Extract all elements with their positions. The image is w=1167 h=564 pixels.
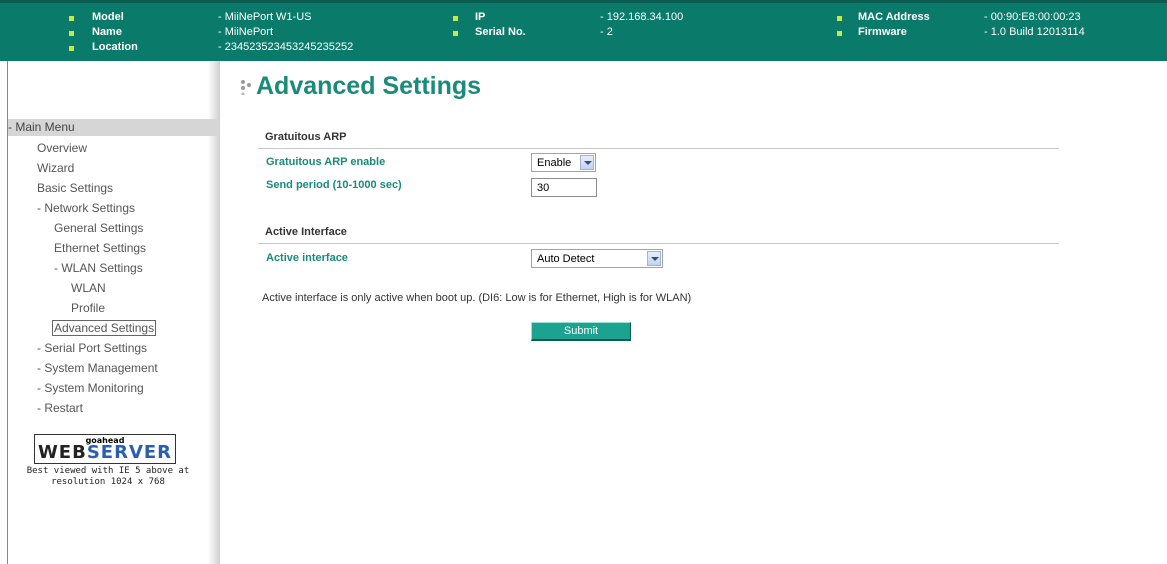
ip-value: - 192.168.34.100 — [600, 11, 684, 23]
section-title-active-interface: Active Interface — [265, 226, 347, 238]
browser-caption: Best viewed with IE 5 above at resolutio… — [8, 466, 208, 488]
sidebar-item-system-monitoring[interactable]: - System Monitoring — [37, 381, 144, 395]
send-period-input[interactable] — [531, 178, 597, 197]
section-title-gratuitous-arp: Gratuitous ARP — [265, 131, 347, 143]
caption-line-1: Best viewed with IE 5 above at — [26, 466, 190, 476]
sidebar-item-general-settings[interactable]: General Settings — [54, 221, 143, 235]
send-period-label: Send period (10-1000 sec) — [266, 179, 402, 191]
location-label: Location — [92, 41, 138, 53]
section-divider — [258, 148, 1059, 149]
sidebar-item-advanced-settings[interactable]: Advanced Settings — [52, 320, 157, 336]
sidebar-item-system-management[interactable]: - System Management — [37, 361, 158, 375]
mac-label: MAC Address — [858, 11, 930, 23]
sidebar-item-profile[interactable]: Profile — [71, 301, 105, 315]
active-interface-note: Active interface is only active when boo… — [262, 292, 692, 304]
caption-line-2: resolution 1024 x 768 — [51, 477, 165, 487]
bullet-icon — [837, 16, 842, 21]
location-value: - 2345235234532452352​52 — [218, 41, 354, 53]
gratuitous-arp-enable-select[interactable]: Enable — [531, 153, 596, 172]
sidebar-item-ethernet-settings[interactable]: Ethernet Settings — [54, 241, 146, 255]
page-title: Advanced Settings — [256, 72, 482, 100]
serial-value: - 2 — [600, 26, 613, 38]
model-label: Model — [92, 11, 124, 23]
sidebar-border — [7, 61, 8, 564]
info-header: Model - MiiNePort W1-US Name - MiiNePort… — [0, 0, 1167, 61]
model-value: - MiiNePort W1-US — [218, 11, 312, 23]
bullet-icon — [453, 31, 458, 36]
bullet-icon — [69, 16, 74, 21]
sidebar-item-restart[interactable]: - Restart — [37, 401, 83, 415]
ip-label: IP — [475, 11, 486, 23]
mac-value: - 00:90:E8:00:00:23 — [984, 11, 1081, 23]
sidebar-item-overview[interactable]: Overview — [37, 141, 87, 155]
chevron-down-icon[interactable] — [647, 251, 661, 266]
name-value: - MiiNePort — [218, 26, 274, 38]
select-value: Enable — [537, 157, 572, 169]
section-divider — [258, 243, 1059, 244]
active-interface-select[interactable]: Auto Detect — [531, 249, 663, 268]
gratuitous-arp-enable-label: Gratuitous ARP enable — [266, 156, 386, 168]
logo-wordmark: WEBSERVER — [37, 442, 173, 463]
sidebar-item-serial-port-settings[interactable]: - Serial Port Settings — [37, 341, 147, 355]
firmware-label: Firmware — [858, 26, 907, 38]
main-menu-header[interactable]: - Main Menu — [8, 119, 218, 136]
bullet-icon — [69, 31, 74, 36]
chevron-down-icon[interactable] — [580, 155, 594, 170]
active-interface-label: Active interface — [266, 252, 348, 264]
sidebar-item-basic-settings[interactable]: Basic Settings — [37, 181, 113, 195]
serial-label: Serial No. — [475, 26, 526, 38]
submit-button[interactable]: Submit — [531, 322, 631, 341]
bullet-icon — [69, 46, 74, 51]
bullet-icon — [837, 31, 842, 36]
sidebar — [0, 61, 218, 564]
name-label: Name — [92, 26, 122, 38]
select-value: Auto Detect — [537, 253, 595, 265]
sidebar-item-network-settings[interactable]: - Network Settings — [37, 201, 135, 215]
sidebar-item-wlan[interactable]: WLAN — [71, 281, 106, 295]
webserver-logo: goahead WEBSERVER — [34, 434, 176, 464]
sidebar-divider — [208, 61, 220, 564]
firmware-value: - 1.0 Build 12013114 — [984, 26, 1085, 38]
sidebar-item-wlan-settings[interactable]: - WLAN Settings — [54, 261, 143, 275]
sidebar-item-wizard[interactable]: Wizard — [37, 161, 74, 175]
bullet-icon — [453, 16, 458, 21]
title-dots-icon — [241, 80, 251, 95]
